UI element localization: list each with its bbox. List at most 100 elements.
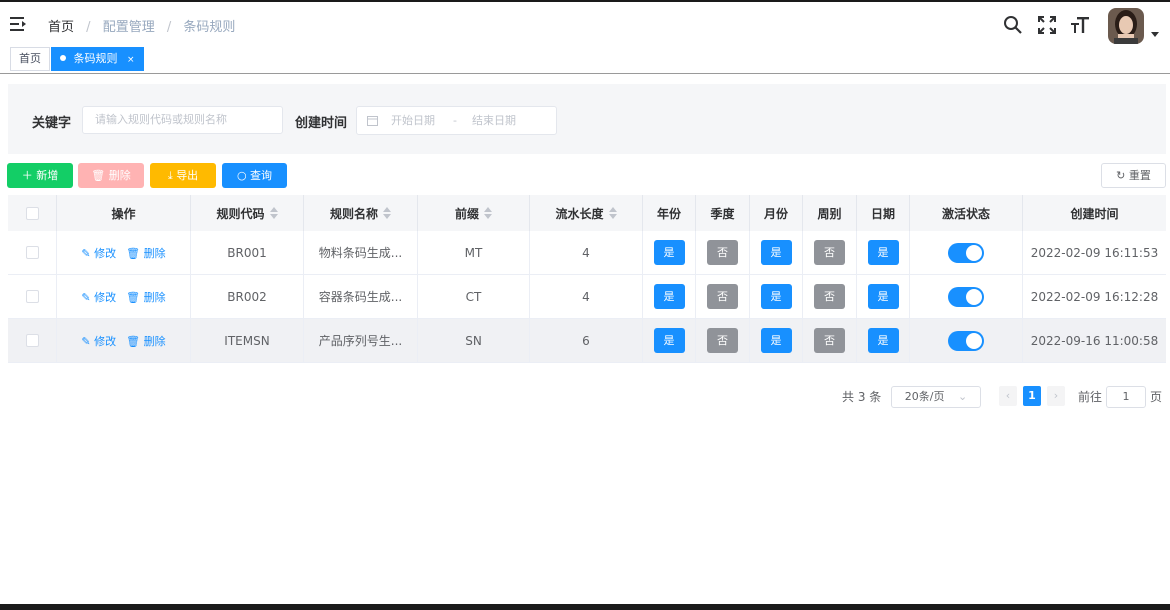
search-form: 关键字 请输入规则代码或规则名称 创建时间 开始日期 - 结束日期 bbox=[8, 84, 1166, 154]
prev-page-button[interactable]: ‹ bbox=[999, 386, 1017, 406]
sort-icon[interactable] bbox=[269, 207, 278, 219]
edit-label: 修改 bbox=[94, 246, 117, 260]
day-badge: 是 bbox=[867, 328, 899, 353]
download-icon: ⤓ bbox=[167, 169, 173, 182]
year-cell: 是 bbox=[643, 319, 696, 362]
page-size-select[interactable]: 20条/页 ⌄ bbox=[891, 386, 981, 408]
col-header: 季度 bbox=[696, 195, 750, 231]
year-badge: 是 bbox=[653, 240, 685, 265]
row-checkbox[interactable] bbox=[25, 290, 39, 303]
edit-link[interactable]: ✎ 修改 bbox=[81, 289, 116, 305]
sort-icon[interactable] bbox=[383, 207, 391, 219]
select-all-checkbox[interactable] bbox=[25, 206, 39, 220]
delete-link-label: 删除 bbox=[143, 246, 166, 260]
row-select-cell bbox=[8, 275, 57, 318]
breadcrumb-home[interactable]: 首页 bbox=[48, 20, 74, 35]
start-date-input[interactable]: 开始日期 bbox=[391, 107, 435, 134]
row-select-cell bbox=[8, 319, 57, 362]
breadcrumb: 首页 / 配置管理 / 条码规则 bbox=[48, 16, 235, 35]
quarter-badge: 否 bbox=[707, 328, 738, 353]
edit-link[interactable]: ✎ 修改 bbox=[81, 245, 116, 261]
navbar: 首页 / 配置管理 / 条码规则 bbox=[0, 2, 1170, 46]
rule-name: 容器条码生成... bbox=[304, 275, 418, 318]
col-header-sortable[interactable]: 规则代码 bbox=[191, 195, 304, 231]
edit-label: 修改 bbox=[94, 290, 117, 304]
font-size-icon[interactable] bbox=[1070, 15, 1090, 35]
row-checkbox[interactable] bbox=[25, 334, 39, 347]
delete-link[interactable]: 🗑 删除 bbox=[126, 245, 165, 261]
created-time-label: 创建时间 bbox=[295, 116, 348, 131]
rule-code: BR001 bbox=[191, 231, 304, 274]
add-button[interactable]: ＋ 新增 bbox=[7, 163, 73, 188]
active-cell bbox=[910, 275, 1023, 318]
serial-length: 4 bbox=[530, 275, 643, 318]
rule-prefix: MT bbox=[418, 231, 530, 274]
tag-barcode-rules[interactable]: 条码规则 × bbox=[51, 47, 144, 71]
quarter-cell: 否 bbox=[696, 275, 750, 318]
col-header-sortable[interactable]: 流水长度 bbox=[530, 195, 643, 231]
rule-prefix: CT bbox=[418, 275, 530, 318]
hamburger-icon[interactable] bbox=[10, 16, 28, 32]
row-actions: ✎ 修改 🗑 删除 bbox=[57, 319, 191, 362]
row-actions: ✎ 修改 🗑 删除 bbox=[57, 275, 191, 318]
delete-button[interactable]: 🗑 删除 bbox=[78, 163, 144, 188]
created-time: 2022-09-16 11:00:58 bbox=[1030, 333, 1159, 348]
col-header: 创建时间 bbox=[1070, 206, 1119, 221]
delete-link[interactable]: 🗑 删除 bbox=[126, 333, 165, 349]
tag-home[interactable]: 首页 bbox=[10, 47, 50, 71]
keyword-input[interactable]: 请输入规则代码或规则名称 bbox=[82, 106, 283, 134]
serial-length: 6 bbox=[530, 319, 643, 362]
quarter-cell: 否 bbox=[696, 319, 750, 362]
quarter-badge: 否 bbox=[707, 284, 738, 309]
close-icon[interactable]: × bbox=[127, 55, 135, 65]
next-page-button[interactable]: › bbox=[1047, 386, 1065, 406]
col-header-label: 前缀 bbox=[454, 206, 479, 221]
fullscreen-icon[interactable] bbox=[1037, 15, 1057, 35]
refresh-icon: ↻ bbox=[1116, 169, 1126, 182]
end-date-input[interactable]: 结束日期 bbox=[472, 107, 516, 134]
week-cell: 否 bbox=[803, 275, 857, 318]
app-root: 首页 / 配置管理 / 条码规则 首页 条码规则 × 关键字 请输入规则代码或规… bbox=[0, 2, 1170, 604]
edit-link[interactable]: ✎ 修改 bbox=[81, 333, 116, 349]
delete-link[interactable]: 🗑 删除 bbox=[126, 289, 165, 305]
page-size-value: 20条/页 bbox=[904, 390, 945, 403]
active-switch[interactable] bbox=[948, 242, 984, 263]
goto-label: 前往 bbox=[1078, 390, 1103, 404]
year-badge: 是 bbox=[653, 328, 685, 353]
active-switch[interactable] bbox=[948, 286, 984, 307]
search-icon[interactable] bbox=[1003, 15, 1023, 35]
month-cell: 是 bbox=[750, 231, 803, 274]
chevron-down-icon: ⌄ bbox=[957, 390, 968, 403]
delete-label: 删除 bbox=[108, 169, 131, 182]
col-header: 周别 bbox=[803, 195, 857, 231]
sort-icon[interactable] bbox=[608, 207, 617, 219]
avatar[interactable] bbox=[1108, 8, 1144, 44]
calendar-icon bbox=[367, 116, 378, 126]
day-cell: 是 bbox=[857, 319, 910, 362]
active-switch[interactable] bbox=[948, 330, 984, 351]
active-cell bbox=[910, 231, 1023, 274]
row-checkbox[interactable] bbox=[25, 246, 39, 259]
table-row: ✎ 修改 🗑 删除 BR002 容器条码生成... CT 4 是 否 是 否 是… bbox=[8, 275, 1166, 319]
goto-page-input[interactable]: 1 bbox=[1106, 386, 1146, 408]
table-header: 操作 规则代码 规则名称 前缀 流水长度 年份 季度 月份 周别 日期 激活状态… bbox=[8, 195, 1166, 231]
search-small-icon: ○ bbox=[236, 169, 247, 182]
col-header-label: 规则代码 bbox=[216, 206, 265, 221]
row-select-cell bbox=[8, 231, 57, 274]
sort-icon[interactable] bbox=[484, 207, 492, 219]
tag-active-label: 条码规则 bbox=[73, 52, 118, 65]
date-range-picker[interactable]: 开始日期 - 结束日期 bbox=[356, 106, 557, 135]
query-button[interactable]: ○ 查询 bbox=[222, 163, 287, 188]
export-button[interactable]: ⤓ 导出 bbox=[150, 163, 216, 188]
col-header-sortable[interactable]: 规则名称 bbox=[304, 195, 418, 231]
rule-name: 产品序列号生... bbox=[304, 319, 418, 362]
month-badge: 是 bbox=[760, 284, 792, 309]
tag-home-label: 首页 bbox=[19, 52, 41, 65]
year-cell: 是 bbox=[643, 231, 696, 274]
caret-down-icon[interactable] bbox=[1151, 32, 1159, 38]
month-cell: 是 bbox=[750, 275, 803, 318]
page-number-current[interactable]: 1 bbox=[1023, 386, 1041, 406]
reset-button[interactable]: ↻ 重置 bbox=[1101, 163, 1166, 188]
col-header-sortable[interactable]: 前缀 bbox=[418, 195, 530, 231]
edit-label: 修改 bbox=[94, 334, 117, 348]
